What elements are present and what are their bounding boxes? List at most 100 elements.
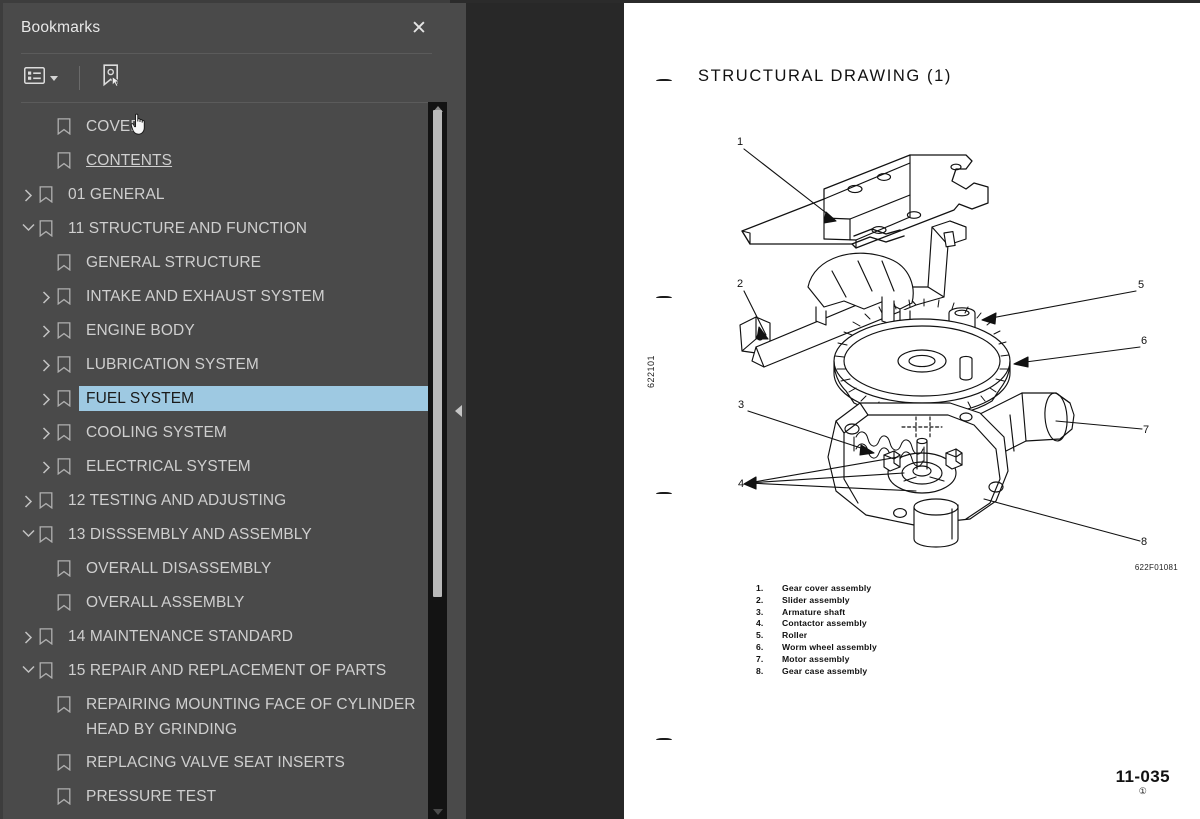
- scroll-down-arrow-icon[interactable]: [428, 805, 447, 819]
- legend-row: 3. Armature shaft: [756, 607, 877, 619]
- bookmark-icon: [57, 590, 79, 616]
- figure-code: 622F01081: [1134, 563, 1178, 572]
- chevron-right-icon[interactable]: [35, 284, 57, 304]
- bookmark-icon: [57, 692, 79, 718]
- bookmark-item[interactable]: 12 TESTING AND ADJUSTING: [3, 484, 428, 518]
- page-side-code: 622101: [646, 354, 656, 388]
- callout-2: 2: [737, 278, 743, 290]
- bookmark-item-label: 12 TESTING AND ADJUSTING: [68, 492, 287, 509]
- bookmark-item[interactable]: OVERALL ASSEMBLY: [3, 586, 428, 620]
- bookmark-item[interactable]: CONTENTS: [3, 144, 428, 178]
- bookmark-item[interactable]: GENERAL STRUCTURE: [3, 246, 428, 280]
- bookmark-item[interactable]: INTAKE AND EXHAUST SYSTEM: [3, 280, 428, 314]
- legend-text: Contactor assembly: [782, 618, 867, 629]
- chevron-down-icon[interactable]: [17, 216, 39, 232]
- legend-text: Gear case assembly: [782, 665, 868, 676]
- bookmark-item-label: REPLACING VALVE SEAT INSERTS: [86, 754, 345, 771]
- callout-8: 8: [1141, 536, 1147, 548]
- bookmarks-panel: Bookmarks ✕ COVER CONTENTS 01 GENERAL 11…: [0, 0, 450, 819]
- list-options-button[interactable]: [21, 63, 61, 93]
- new-bookmark-button[interactable]: [98, 60, 126, 97]
- bookmark-item-label: GENERAL STRUCTURE: [86, 254, 262, 271]
- chevron-right-icon[interactable]: [35, 318, 57, 338]
- bookmark-icon: [39, 522, 61, 548]
- bookmark-icon: [57, 114, 79, 140]
- bookmark-item-label: ELECTRICAL SYSTEM: [86, 458, 251, 475]
- legend-number: 6.: [756, 641, 764, 652]
- bookmark-item[interactable]: 11 STRUCTURE AND FUNCTION: [3, 212, 428, 246]
- chevron-down-icon: [50, 75, 58, 81]
- bookmark-item[interactable]: LUBRICATION SYSTEM: [3, 348, 428, 382]
- callout-7: 7: [1143, 424, 1149, 436]
- bookmark-item-label: OVERALL DISASSEMBLY: [86, 560, 272, 577]
- chevron-right-icon[interactable]: [35, 420, 57, 440]
- bookmark-item[interactable]: 13 DISSSEMBLY AND ASSEMBLY: [3, 518, 428, 552]
- close-icon[interactable]: ✕: [406, 15, 432, 41]
- bookmark-item-label: FUEL SYSTEM: [78, 385, 429, 412]
- bookmark-item-label: 01 GENERAL: [68, 186, 165, 203]
- chevron-down-icon[interactable]: [17, 522, 39, 538]
- bookmark-item[interactable]: ENGINE BODY: [3, 314, 428, 348]
- margin-dash: [656, 296, 672, 298]
- callout-3: 3: [738, 399, 744, 411]
- legend-row: 5. Roller: [756, 630, 877, 642]
- bookmark-item-label: 13 DISSSEMBLY AND ASSEMBLY: [68, 526, 312, 543]
- bookmark-item-label: ENGINE BODY: [86, 322, 195, 339]
- bookmark-item[interactable]: PRESSURE TEST: [3, 780, 428, 814]
- legend-number: 8.: [756, 665, 764, 676]
- legend-number: 4.: [756, 618, 764, 629]
- chevron-right-icon[interactable]: [17, 624, 39, 644]
- bookmark-item[interactable]: 15 REPAIR AND REPLACEMENT OF PARTS: [3, 654, 428, 688]
- bookmark-item[interactable]: REPLACING VALVE SEAT INSERTS: [3, 746, 428, 780]
- legend-text: Slider assembly: [782, 594, 850, 605]
- bookmark-icon: [57, 148, 79, 174]
- chevron-right-icon[interactable]: [35, 454, 57, 474]
- chevron-right-icon[interactable]: [35, 386, 57, 406]
- triangle-left-icon: [454, 405, 462, 417]
- pdf-viewer-window: Bookmarks ✕ COVER CONTENTS 01 GENERAL 11…: [0, 0, 1200, 819]
- bookmarks-panel-header: Bookmarks ✕: [3, 3, 450, 53]
- toolbar-separator: [79, 66, 80, 90]
- legend-number: 2.: [756, 594, 764, 605]
- legend-number: 5.: [756, 630, 764, 641]
- bookmark-item[interactable]: 01 GENERAL: [3, 178, 428, 212]
- bookmark-item-label: 11 STRUCTURE AND FUNCTION: [68, 220, 308, 237]
- legend-row: 2. Slider assembly: [756, 595, 877, 607]
- bookmark-item[interactable]: COVER: [3, 110, 428, 144]
- chevron-right-icon[interactable]: [35, 352, 57, 372]
- chevron-down-icon[interactable]: [17, 658, 39, 674]
- collapse-panel-handle[interactable]: [450, 3, 466, 819]
- bookmark-icon: [57, 284, 79, 310]
- margin-dash: [656, 492, 672, 494]
- legend-row: 8. Gear case assembly: [756, 666, 877, 678]
- pdf-viewer-canvas[interactable]: 622101 STRUCTURAL DRAWING (1) 1 2 3 4 5 …: [466, 3, 1200, 819]
- bookmarks-scrollbar[interactable]: [428, 102, 447, 819]
- bookmark-item[interactable]: 14 MAINTENANCE STANDARD: [3, 620, 428, 654]
- bookmark-icon: [57, 386, 79, 412]
- callout-6: 6: [1141, 335, 1147, 347]
- bookmark-item-label: 15 REPAIR AND REPLACEMENT OF PARTS: [68, 662, 387, 679]
- legend-number: 1.: [756, 583, 764, 593]
- callout-4: 4: [738, 478, 744, 490]
- bookmark-item-label: COVER: [86, 118, 142, 135]
- page-footer: 11-035 ①: [1116, 767, 1170, 797]
- scrollbar-thumb[interactable]: [433, 110, 442, 597]
- page-number: 11-035: [1115, 767, 1170, 786]
- margin-dash: [656, 79, 672, 81]
- bookmark-item[interactable]: REPAIRING MOUNTING FACE OF CYLINDER HEAD…: [3, 688, 428, 746]
- chevron-right-icon[interactable]: [17, 182, 39, 202]
- legend-text: Gear cover assembly: [782, 583, 872, 593]
- bookmark-icon: [57, 250, 79, 276]
- bookmark-icon: [57, 318, 79, 344]
- legend-row: 4. Contactor assembly: [756, 618, 877, 630]
- bookmark-item[interactable]: COOLING SYSTEM: [3, 416, 428, 450]
- bookmark-item[interactable]: FUEL SYSTEM: [3, 382, 429, 416]
- bookmark-item[interactable]: ELECTRICAL SYSTEM: [3, 450, 428, 484]
- bookmark-icon: [57, 352, 79, 378]
- chevron-right-icon[interactable]: [17, 488, 39, 508]
- legend-text: Worm wheel assembly: [782, 641, 877, 652]
- bookmark-item[interactable]: OVERALL DISASSEMBLY: [3, 552, 428, 586]
- legend-text: Armature shaft: [782, 606, 846, 617]
- bookmark-icon: [57, 420, 79, 446]
- bookmark-icon: [57, 784, 79, 810]
